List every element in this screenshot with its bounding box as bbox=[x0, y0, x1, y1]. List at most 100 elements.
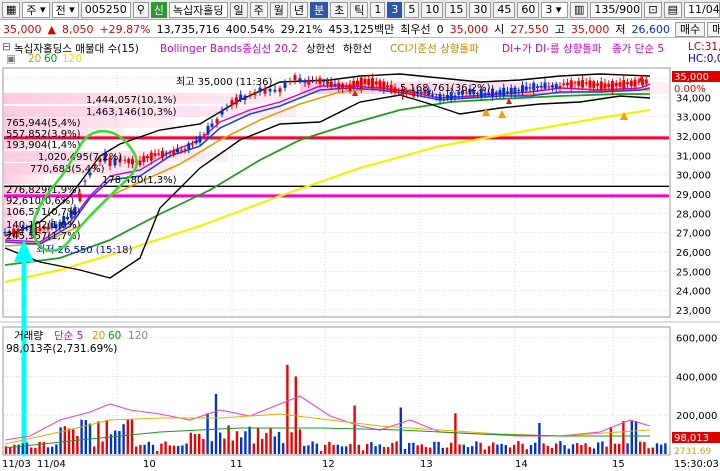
volume-bar bbox=[139, 444, 142, 454]
high-annotation: 최고 35,000 (11:36) bbox=[176, 76, 272, 88]
candle-body bbox=[46, 227, 50, 230]
time-tick: 11/04 bbox=[37, 459, 66, 470]
count-field[interactable]: 135/900 bbox=[590, 1, 643, 18]
period-day[interactable]: 일 bbox=[229, 1, 248, 18]
calendar-icon[interactable]: ▤ bbox=[663, 1, 682, 18]
period-tick[interactable]: 틱 bbox=[350, 1, 369, 18]
volume-bar bbox=[88, 423, 92, 454]
time-tick: 11/03 bbox=[2, 459, 31, 470]
volume-tick: 600,000 bbox=[676, 334, 717, 345]
volume-bar bbox=[626, 443, 629, 454]
candle-body bbox=[21, 227, 24, 232]
volume-bar bbox=[630, 421, 633, 454]
vp-label: 140,102(1,0%) bbox=[6, 220, 81, 231]
candle-body bbox=[393, 87, 397, 93]
candle-body bbox=[356, 80, 359, 86]
legend-ma120[interactable]: 120 bbox=[62, 53, 82, 65]
volume-bar bbox=[51, 446, 54, 454]
minute-10[interactable]: 10 bbox=[421, 1, 444, 18]
volume-bar bbox=[378, 444, 381, 454]
price-tick: 31,000 bbox=[676, 151, 711, 162]
candle-body bbox=[7, 231, 11, 233]
candle-body bbox=[123, 159, 127, 161]
price-chart: 최고 35,000 (11:36) 최저 26,550 (15:18) 1,44… bbox=[0, 67, 720, 470]
volume-bar bbox=[130, 419, 134, 454]
close-ma-line bbox=[4, 83, 651, 243]
vp-label: 92,610(0,6%) bbox=[6, 196, 74, 207]
minute-3[interactable]: 3 bbox=[387, 1, 403, 18]
legend-ma60[interactable]: 60 bbox=[44, 53, 57, 65]
legend-ma20[interactable]: 20 bbox=[28, 53, 41, 65]
buy-button[interactable]: 매수 bbox=[675, 21, 706, 37]
period-week[interactable]: 주 bbox=[249, 1, 268, 18]
legend-upper[interactable]: 상한선 bbox=[306, 41, 335, 56]
minute-1[interactable]: 1 bbox=[370, 1, 386, 18]
candle-body bbox=[607, 83, 611, 88]
volume-bar bbox=[437, 441, 440, 454]
chart-settings-icon[interactable]: ▥ bbox=[569, 1, 589, 18]
period-minute[interactable]: 분 bbox=[310, 1, 329, 18]
toolbar: ▦ 주 ▾ 전 ▾ 005250 ⚲ 신 녹십자홀딩 일 주 월 년 분 초 틱… bbox=[0, 0, 720, 20]
volume-bar bbox=[517, 441, 520, 454]
minute-60[interactable]: 60 bbox=[517, 1, 540, 18]
volume-bar bbox=[227, 425, 230, 454]
volume-bar bbox=[135, 446, 138, 454]
sell-button[interactable]: 매도 bbox=[707, 21, 720, 37]
candle-body bbox=[191, 144, 194, 146]
legend-lower[interactable]: 하한선 bbox=[343, 41, 372, 56]
minute-30[interactable]: 30 bbox=[469, 1, 492, 18]
candle-body bbox=[220, 110, 224, 115]
period-year[interactable]: 년 bbox=[289, 1, 309, 18]
candle-body bbox=[404, 91, 408, 94]
support-lines bbox=[4, 136, 669, 198]
market-select[interactable]: 주 ▾ bbox=[22, 1, 50, 18]
grid-icon[interactable]: ▦ bbox=[2, 1, 21, 18]
candle-body bbox=[73, 206, 77, 215]
volume-bar bbox=[492, 442, 495, 454]
minute-input[interactable]: 3 ▾ bbox=[541, 1, 568, 18]
up-signal-icon bbox=[506, 98, 512, 104]
code-input[interactable]: 005250 bbox=[80, 1, 131, 18]
lock-icon[interactable]: ⊡ bbox=[644, 1, 662, 18]
candle-body bbox=[215, 119, 219, 124]
search-icon[interactable]: ⚲ bbox=[132, 1, 149, 18]
volume-bar bbox=[471, 446, 474, 454]
image-icon[interactable]: ▣ bbox=[6, 53, 16, 65]
candle-body bbox=[554, 84, 558, 89]
volume-ma-tag: 2731.69 bbox=[674, 447, 711, 457]
vp-bar bbox=[4, 93, 294, 104]
volume-bar bbox=[156, 450, 159, 454]
volume-bar bbox=[223, 438, 226, 454]
volume-bar bbox=[534, 442, 537, 454]
period-second[interactable]: 초 bbox=[330, 1, 349, 18]
volume-bar bbox=[332, 444, 335, 454]
prev-select[interactable]: 전 ▾ bbox=[51, 1, 79, 18]
candle-body bbox=[487, 92, 491, 96]
volume-bar bbox=[546, 445, 549, 454]
volume-bar bbox=[374, 446, 377, 454]
period-month[interactable]: 월 bbox=[269, 1, 288, 18]
legend-di[interactable]: DI+가 DI-를 상향돌파 bbox=[502, 41, 602, 56]
candle-body bbox=[146, 156, 149, 159]
volume-bar bbox=[303, 445, 306, 454]
candle-body bbox=[461, 90, 464, 95]
candle-body bbox=[506, 91, 509, 93]
collapse-icon[interactable]: ⊟ bbox=[2, 41, 11, 53]
volume-bar bbox=[147, 441, 150, 454]
credit-badge: 신 bbox=[150, 1, 167, 18]
legend-cci[interactable]: CCI기준선 상향돌파 bbox=[390, 41, 479, 56]
minute-5[interactable]: 5 bbox=[404, 1, 420, 18]
volume-bar bbox=[508, 447, 512, 454]
candle-body bbox=[198, 135, 202, 143]
volume-bar bbox=[475, 441, 478, 454]
volume-bar bbox=[55, 444, 58, 454]
volume-bar bbox=[214, 393, 218, 454]
legend-bollinger[interactable]: Bollinger Bands중심선 20,2 bbox=[160, 41, 298, 56]
legend-close-ma[interactable]: 종가 단순 5 bbox=[612, 41, 664, 56]
volume-bar bbox=[63, 426, 66, 454]
price-grid bbox=[4, 69, 669, 454]
minute-45[interactable]: 45 bbox=[493, 1, 516, 18]
minute-15[interactable]: 15 bbox=[445, 1, 468, 18]
candle-body bbox=[629, 80, 633, 87]
date-field[interactable]: 11/04 bbox=[684, 1, 720, 18]
